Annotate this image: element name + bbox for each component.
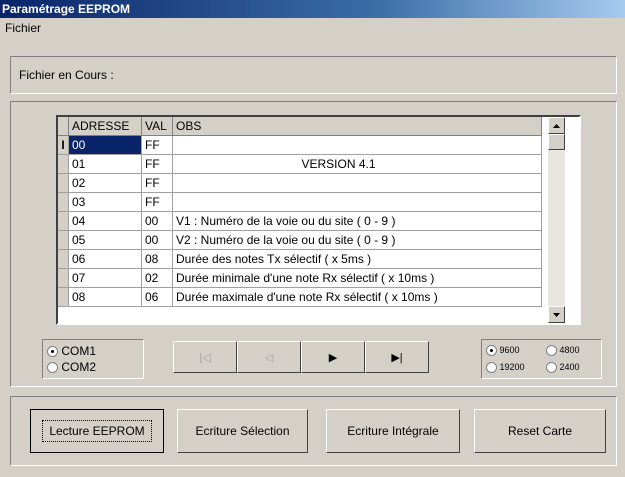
baud-2400-radio[interactable]: 2400 bbox=[546, 362, 580, 374]
write-full-button[interactable]: Ecriture Intégrale bbox=[326, 409, 460, 453]
cell-val[interactable]: 06 bbox=[141, 287, 173, 307]
column-header-obs[interactable]: OBS bbox=[172, 117, 542, 136]
window-title: Paramétrage EEPROM bbox=[0, 0, 625, 18]
cell-obs[interactable] bbox=[172, 135, 542, 155]
row-header bbox=[58, 192, 69, 212]
cell-obs[interactable] bbox=[172, 192, 542, 212]
current-file-label: Fichier en Cours : bbox=[19, 68, 114, 82]
baud-9600-label: 9600 bbox=[499, 345, 520, 355]
nav-first-button[interactable]: |◁ bbox=[173, 341, 237, 373]
column-header-val[interactable]: VAL bbox=[141, 117, 173, 136]
com2-radio[interactable]: COM2 bbox=[47, 360, 96, 374]
row-header bbox=[58, 230, 69, 250]
read-eeprom-label: Lecture EEPROM bbox=[42, 420, 152, 442]
write-selection-label: Ecriture Sélection bbox=[195, 424, 290, 438]
scroll-down-button[interactable] bbox=[548, 306, 565, 323]
radio-selected-icon bbox=[47, 346, 58, 358]
cell-adresse[interactable]: 02 bbox=[68, 173, 142, 193]
grid-corner bbox=[58, 117, 69, 136]
cell-adresse[interactable]: 06 bbox=[68, 249, 142, 269]
eeprom-grid[interactable]: ADRESSE VAL OBS I 00 FF 01 FF VERSION 4.… bbox=[56, 115, 581, 325]
baud-19200-label: 19200 bbox=[499, 362, 525, 372]
eeprom-table: ADRESSE VAL OBS I 00 FF 01 FF VERSION 4.… bbox=[58, 117, 542, 307]
baud-rate-group: 9600 4800 19200 2400 bbox=[481, 339, 602, 379]
cell-adresse[interactable]: 00 bbox=[68, 135, 142, 155]
row-header bbox=[58, 287, 69, 307]
cell-adresse[interactable]: 05 bbox=[68, 230, 142, 250]
current-file-panel: Fichier en Cours : bbox=[10, 56, 617, 94]
read-eeprom-button[interactable]: Lecture EEPROM bbox=[30, 409, 164, 453]
menu-bar: Fichier bbox=[0, 18, 625, 38]
cell-obs[interactable]: VERSION 4.1 bbox=[172, 154, 542, 174]
cell-adresse[interactable]: 03 bbox=[68, 192, 142, 212]
nav-last-button[interactable]: ▶| bbox=[365, 341, 429, 373]
com2-label: COM2 bbox=[61, 360, 97, 374]
cell-val[interactable]: FF bbox=[141, 192, 173, 212]
table-row[interactable]: 08 06 Durée maximale d'une note Rx sélec… bbox=[58, 287, 542, 307]
reset-card-button[interactable]: Reset Carte bbox=[474, 409, 606, 453]
cell-adresse[interactable]: 07 bbox=[68, 268, 142, 288]
write-full-label: Ecriture Intégrale bbox=[347, 424, 439, 438]
cell-obs[interactable]: Durée maximale d'une note Rx sélectif ( … bbox=[172, 287, 542, 307]
table-row[interactable]: 04 00 V1 : Numéro de la voie ou du site … bbox=[58, 211, 542, 231]
scroll-thumb[interactable] bbox=[548, 134, 565, 150]
triangle-down-icon bbox=[553, 312, 560, 317]
radio-selected-icon bbox=[486, 345, 497, 357]
cell-adresse[interactable]: 04 bbox=[68, 211, 142, 231]
reset-card-label: Reset Carte bbox=[507, 424, 573, 438]
cell-obs[interactable]: Durée des notes Tx sélectif ( x 5ms ) bbox=[172, 249, 542, 269]
row-indicator: I bbox=[58, 135, 69, 155]
cell-adresse[interactable]: 01 bbox=[68, 154, 142, 174]
row-header bbox=[58, 154, 69, 174]
row-header bbox=[58, 211, 69, 231]
scroll-up-button[interactable] bbox=[548, 117, 565, 134]
radio-empty-icon bbox=[546, 345, 557, 357]
grid-header-row: ADRESSE VAL OBS bbox=[58, 117, 542, 136]
cell-val[interactable]: 00 bbox=[141, 230, 173, 250]
cell-obs[interactable]: V2 : Numéro de la voie ou du site ( 0 - … bbox=[172, 230, 542, 250]
radio-empty-icon bbox=[486, 362, 497, 374]
nav-prev-button[interactable]: ◁ bbox=[237, 341, 301, 373]
table-row[interactable]: 01 FF VERSION 4.1 bbox=[58, 154, 542, 174]
menu-fichier[interactable]: Fichier bbox=[3, 21, 43, 35]
table-row[interactable]: I 00 FF bbox=[58, 135, 542, 155]
cell-val[interactable]: 00 bbox=[141, 211, 173, 231]
baud-9600-radio[interactable]: 9600 bbox=[486, 345, 520, 357]
radio-empty-icon bbox=[47, 362, 58, 374]
nav-next-button[interactable]: ▶ bbox=[301, 341, 365, 373]
table-row[interactable]: 05 00 V2 : Numéro de la voie ou du site … bbox=[58, 230, 542, 250]
cell-val[interactable]: 02 bbox=[141, 268, 173, 288]
com1-radio[interactable]: COM1 bbox=[47, 344, 96, 358]
row-header bbox=[58, 173, 69, 193]
cell-obs[interactable]: V1 : Numéro de la voie ou du site ( 0 - … bbox=[172, 211, 542, 231]
baud-4800-label: 4800 bbox=[559, 345, 580, 355]
cell-val[interactable]: FF bbox=[141, 154, 173, 174]
row-header bbox=[58, 249, 69, 269]
triangle-up-icon bbox=[553, 123, 560, 128]
com1-label: COM1 bbox=[61, 344, 97, 358]
row-header bbox=[58, 268, 69, 288]
table-row[interactable]: 06 08 Durée des notes Tx sélectif ( x 5m… bbox=[58, 249, 542, 269]
cell-val[interactable]: FF bbox=[141, 135, 173, 155]
cell-obs[interactable] bbox=[172, 173, 542, 193]
cell-obs[interactable]: Durée minimale d'une note Rx sélectif ( … bbox=[172, 268, 542, 288]
table-row[interactable]: 03 FF bbox=[58, 192, 542, 212]
cell-val[interactable]: FF bbox=[141, 173, 173, 193]
baud-4800-radio[interactable]: 4800 bbox=[546, 345, 580, 357]
write-selection-button[interactable]: Ecriture Sélection bbox=[177, 409, 308, 453]
radio-empty-icon bbox=[546, 362, 557, 374]
com-port-group: COM1 COM2 bbox=[42, 339, 144, 379]
table-row[interactable]: 07 02 Durée minimale d'une note Rx sélec… bbox=[58, 268, 542, 288]
baud-19200-radio[interactable]: 19200 bbox=[486, 362, 525, 374]
grid-scrollbar[interactable] bbox=[548, 117, 565, 323]
table-row[interactable]: 02 FF bbox=[58, 173, 542, 193]
cell-adresse[interactable]: 08 bbox=[68, 287, 142, 307]
baud-2400-label: 2400 bbox=[559, 362, 580, 372]
cell-val[interactable]: 08 bbox=[141, 249, 173, 269]
column-header-adresse[interactable]: ADRESSE bbox=[68, 117, 142, 136]
